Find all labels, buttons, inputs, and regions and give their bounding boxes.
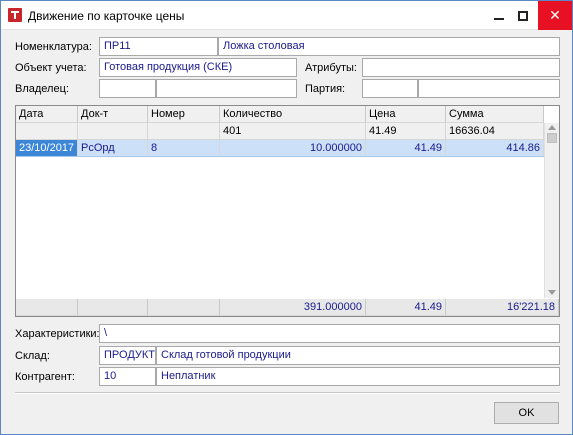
nomenclature-name-field[interactable]: Ложка столовая — [218, 37, 560, 56]
row-doc[interactable]: РсОрд — [78, 140, 148, 157]
maximize-icon — [518, 10, 528, 21]
warehouse-code-field[interactable]: ПРОДУКТ — [99, 346, 156, 365]
warehouse-label: Склад: — [15, 350, 50, 362]
batch-label: Партия: — [305, 83, 346, 95]
scroll-thumb[interactable] — [547, 133, 557, 143]
nomenclature-code-field[interactable]: ПР11 — [99, 37, 218, 56]
characteristics-field[interactable]: \ — [99, 324, 560, 343]
minimize-button[interactable] — [486, 1, 512, 30]
summary-date — [16, 123, 78, 140]
column-header-doc[interactable]: Док-т — [78, 106, 148, 123]
minimize-icon — [494, 17, 504, 20]
summary-doc — [78, 123, 148, 140]
warehouse-name-field[interactable]: Склад готовой продукции — [156, 346, 560, 365]
footer-separator — [15, 392, 560, 394]
close-icon: ✕ — [549, 7, 561, 23]
app-logo-icon — [8, 8, 22, 22]
account-object-field[interactable]: Готовая продукция (СКЕ) — [99, 58, 297, 77]
characteristics-label: Характеристики: — [15, 328, 100, 340]
row-date[interactable]: 23/10/2017 — [16, 140, 78, 157]
footer-quantity-total: 391.000000 — [220, 299, 366, 316]
batch-name-field[interactable] — [418, 79, 560, 98]
footer-doc — [78, 299, 148, 316]
title-bar[interactable]: Движение по карточке цены ✕ — [1, 1, 572, 30]
movements-table[interactable]: Дата Док-т Номер Количество Цена Сумма 4… — [15, 105, 560, 317]
dialog-window: Движение по карточке цены ✕ Номенклатура… — [0, 0, 573, 435]
footer-number — [148, 299, 220, 316]
column-header-price[interactable]: Цена — [366, 106, 446, 123]
batch-code-field[interactable] — [362, 79, 418, 98]
owner-label: Владелец: — [15, 83, 69, 95]
row-price[interactable]: 41.49 — [366, 140, 446, 157]
counterparty-label: Контрагент: — [15, 371, 75, 383]
scroll-down-icon[interactable] — [548, 290, 556, 295]
close-button[interactable]: ✕ — [538, 1, 572, 30]
maximize-button[interactable] — [510, 1, 536, 30]
footer-sum-total: 16'221.18 — [446, 299, 559, 316]
summary-sum: 16636.04 — [446, 123, 544, 140]
counterparty-name-field[interactable]: Неплатник — [156, 367, 560, 386]
row-number[interactable]: 8 — [148, 140, 220, 157]
summary-price: 41.49 — [366, 123, 446, 140]
scroll-up-icon[interactable] — [548, 125, 556, 130]
counterparty-code-field[interactable]: 10 — [99, 367, 156, 386]
summary-quantity: 401 — [220, 123, 366, 140]
summary-number — [148, 123, 220, 140]
footer-date — [16, 299, 78, 316]
row-quantity[interactable]: 10.000000 — [220, 140, 366, 157]
attributes-field[interactable] — [362, 58, 560, 77]
owner-code-field[interactable] — [99, 79, 156, 98]
owner-name-field[interactable] — [156, 79, 297, 98]
column-header-quantity[interactable]: Количество — [220, 106, 366, 123]
attributes-label: Атрибуты: — [305, 62, 357, 74]
column-header-date[interactable]: Дата — [16, 106, 78, 123]
column-header-sum[interactable]: Сумма — [446, 106, 544, 123]
nomenclature-label: Номенклатура: — [15, 41, 92, 53]
window-title: Движение по карточке цены — [28, 9, 185, 23]
row-sum[interactable]: 414.86 — [446, 140, 544, 157]
ok-button[interactable]: OK — [494, 402, 559, 424]
vertical-scrollbar[interactable] — [544, 123, 559, 298]
column-header-number[interactable]: Номер — [148, 106, 220, 123]
footer-price: 41.49 — [366, 299, 446, 316]
account-object-label: Объект учета: — [15, 62, 87, 74]
